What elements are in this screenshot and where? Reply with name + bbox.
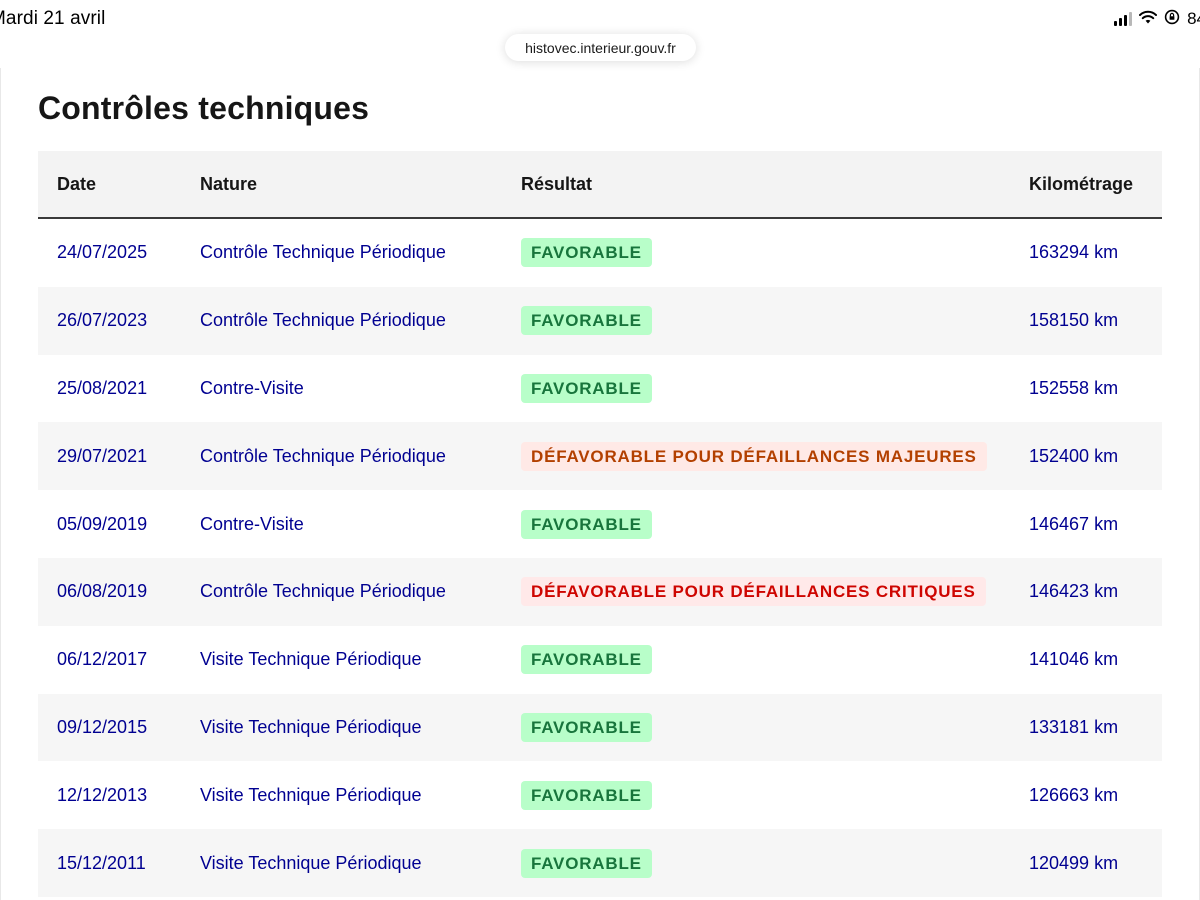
row-result: FAVORABLE <box>521 490 652 558</box>
result-badge: FAVORABLE <box>521 645 652 675</box>
table-row: 12/12/2013 Visite Technique Périodique F… <box>38 761 1162 829</box>
status-bar: Mardi 21 avril 84 <box>0 0 1200 38</box>
row-nature: Contre-Visite <box>200 513 304 534</box>
battery-level: 84 <box>1187 9 1200 28</box>
table-row: 26/07/2023 Contrôle Technique Périodique… <box>38 286 1162 355</box>
row-nature: Visite Technique Périodique <box>200 784 422 805</box>
row-kilometrage: 120499 km <box>1029 852 1119 873</box>
result-badge: FAVORABLE <box>521 238 652 268</box>
cellular-signal-icon <box>1114 12 1133 26</box>
row-kilometrage: 152400 km <box>1029 445 1119 466</box>
row-kilometrage: 158150 km <box>1029 310 1119 331</box>
row-result: DÉFAVORABLE POUR DÉFAILLANCES CRITIQUES <box>521 558 986 626</box>
result-badge: FAVORABLE <box>521 848 652 878</box>
row-result: FAVORABLE <box>521 287 652 355</box>
row-date: 09/12/2015 <box>57 716 148 737</box>
inspections-table: Date Nature Résultat Kilométrage 24/07/2… <box>38 151 1162 897</box>
row-date: 06/12/2017 <box>57 649 148 670</box>
address-bar-url: histovec.interieur.gouv.fr <box>525 39 676 56</box>
page-title: Contrôles techniques <box>38 90 370 126</box>
row-result: FAVORABLE <box>521 761 652 829</box>
row-kilometrage: 146423 km <box>1029 581 1119 602</box>
status-indicators: 84 <box>1114 8 1200 30</box>
table-row: 29/07/2021 Contrôle Technique Périodique… <box>38 422 1162 491</box>
orientation-lock-icon <box>1164 9 1180 30</box>
row-result: DÉFAVORABLE POUR DÉFAILLANCES MAJEURES <box>521 422 987 490</box>
row-kilometrage: 152558 km <box>1029 377 1119 398</box>
table-row: 25/08/2021 Contre-Visite FAVORABLE 15255… <box>38 355 1162 423</box>
header-kilometrage: Kilométrage <box>1029 174 1134 194</box>
row-nature: Visite Technique Périodique <box>200 649 422 670</box>
result-badge: FAVORABLE <box>521 373 652 403</box>
row-nature: Contrôle Technique Périodique <box>200 242 446 263</box>
result-badge: DÉFAVORABLE POUR DÉFAILLANCES MAJEURES <box>521 441 987 471</box>
row-result: FAVORABLE <box>521 829 652 897</box>
wifi-icon <box>1139 9 1158 29</box>
row-result: FAVORABLE <box>521 626 652 694</box>
row-nature: Contrôle Technique Périodique <box>200 445 446 466</box>
header-result: Résultat <box>521 174 593 194</box>
result-badge: FAVORABLE <box>521 509 652 539</box>
row-result: FAVORABLE <box>521 219 652 287</box>
row-nature: Visite Technique Périodique <box>200 852 422 873</box>
row-date: 15/12/2011 <box>57 852 146 873</box>
table-row: 06/08/2019 Contrôle Technique Périodique… <box>38 557 1162 626</box>
row-kilometrage: 141046 km <box>1029 649 1119 670</box>
header-date: Date <box>57 174 97 194</box>
header-nature: Nature <box>200 174 258 194</box>
row-date: 26/07/2023 <box>57 310 148 331</box>
table-header: Date Nature Résultat Kilométrage <box>38 151 1162 219</box>
row-result: FAVORABLE <box>521 355 652 423</box>
row-date: 24/07/2025 <box>57 242 148 263</box>
row-nature: Contrôle Technique Périodique <box>200 581 446 602</box>
row-kilometrage: 133181 km <box>1029 716 1119 737</box>
table-row: 15/12/2011 Visite Technique Périodique F… <box>38 829 1162 897</box>
row-date: 25/08/2021 <box>57 377 148 398</box>
row-kilometrage: 146467 km <box>1029 513 1119 534</box>
result-badge: FAVORABLE <box>521 306 652 336</box>
row-date: 12/12/2013 <box>57 784 148 805</box>
row-kilometrage: 126663 km <box>1029 784 1119 805</box>
row-date: 05/09/2019 <box>57 513 148 534</box>
row-date: 06/08/2019 <box>57 581 148 602</box>
table-row: 09/12/2015 Visite Technique Périodique F… <box>38 693 1162 762</box>
table-row: 06/12/2017 Visite Technique Périodique F… <box>38 626 1162 694</box>
row-nature: Contrôle Technique Périodique <box>200 310 446 331</box>
table-row: 24/07/2025 Contrôle Technique Périodique… <box>38 219 1162 287</box>
row-date: 29/07/2021 <box>57 445 148 466</box>
row-result: FAVORABLE <box>521 694 652 762</box>
address-bar[interactable]: histovec.interieur.gouv.fr <box>505 34 696 61</box>
row-nature: Visite Technique Périodique <box>200 716 422 737</box>
result-badge: FAVORABLE <box>521 712 652 742</box>
status-time: Mardi 21 avril <box>0 8 106 29</box>
result-badge: FAVORABLE <box>521 780 652 810</box>
row-kilometrage: 163294 km <box>1029 242 1119 263</box>
result-badge: DÉFAVORABLE POUR DÉFAILLANCES CRITIQUES <box>521 577 986 607</box>
table-row: 05/09/2019 Contre-Visite FAVORABLE 14646… <box>38 490 1162 558</box>
row-nature: Contre-Visite <box>200 377 304 398</box>
